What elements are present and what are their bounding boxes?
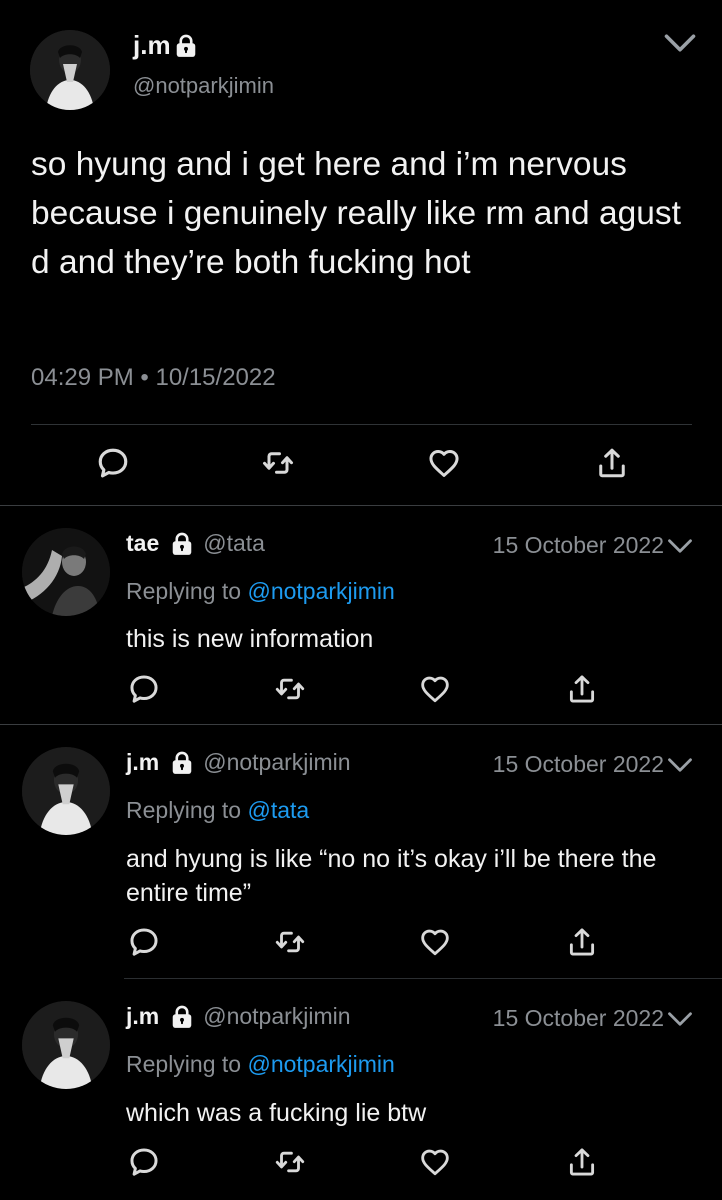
profile-photo-icon [22,747,110,835]
display-name[interactable]: j.m [126,749,159,776]
reply-header: j.m @notparkjimin [126,749,351,776]
display-name[interactable]: tae [126,530,159,557]
display-name[interactable]: j.m [133,30,197,61]
profile-photo-icon [22,528,110,616]
reply-tweet: tae @tata 15 October 2022 Replying to @n… [0,506,722,724]
tweet-text: which was a fucking lie btw [126,1099,427,1127]
retweet-button[interactable] [273,925,307,959]
reply-header: tae @tata [126,530,265,557]
avatar[interactable] [22,747,110,835]
chevron-down-icon[interactable] [666,535,694,557]
replying-to: Replying to @notparkjimin [126,578,395,605]
avatar[interactable] [22,528,110,616]
share-button[interactable] [565,925,599,959]
replying-to-label: Replying to [126,797,248,823]
replying-to: Replying to @notparkjimin [126,1051,395,1078]
retweet-button[interactable] [273,1145,307,1179]
share-button[interactable] [565,672,599,706]
action-bar [0,445,722,485]
tweet-text: so hyung and i get here and i’m nervous … [31,146,681,281]
chevron-down-icon[interactable] [666,1008,694,1030]
replying-to-link[interactable]: @notparkjimin [247,578,394,604]
profile-photo-icon [22,1001,110,1089]
lock-icon [175,34,197,58]
reply-button[interactable] [127,672,161,706]
reply-header: j.m @notparkjimin [126,1003,351,1030]
chevron-down-icon[interactable] [666,754,694,776]
retweet-button[interactable] [260,445,296,481]
reply-tweet: j.m @notparkjimin 15 October 2022 Replyi… [0,979,722,1200]
reply-tweet: j.m @notparkjimin 15 October 2022 Replyi… [0,725,722,978]
tweet-date[interactable]: 15 October 2022 [493,1005,664,1032]
reply-button[interactable] [127,925,161,959]
like-button[interactable] [418,672,452,706]
like-button[interactable] [418,1145,452,1179]
avatar[interactable] [30,30,110,110]
profile-photo-icon [30,30,110,110]
handle[interactable]: @notparkjimin [203,749,350,776]
replying-to-label: Replying to [126,578,248,604]
display-name[interactable]: j.m [126,1003,159,1030]
replying-to-link[interactable]: @notparkjimin [247,1051,394,1077]
handle[interactable]: @tata [203,530,265,557]
display-name-text: j.m [133,30,171,60]
reply-button[interactable] [127,1145,161,1179]
lock-icon [171,532,193,556]
main-tweet: j.m @notparkjimin so hyung and i get her… [0,0,722,505]
like-button[interactable] [426,445,462,481]
tweet-date[interactable]: 15 October 2022 [493,751,664,778]
chevron-down-icon[interactable] [662,28,698,58]
share-button[interactable] [565,1145,599,1179]
replying-to: Replying to @tata [126,797,309,824]
avatar[interactable] [22,1001,110,1089]
handle[interactable]: @notparkjimin [133,73,274,99]
lock-icon [171,751,193,775]
retweet-button[interactable] [273,672,307,706]
tweet-date[interactable]: 15 October 2022 [493,532,664,559]
handle[interactable]: @notparkjimin [203,1003,350,1030]
tweet-text: and hyung is like “no no it’s okay i’ll … [126,845,657,907]
tweet-text: this is new information [126,625,374,653]
reply-button[interactable] [95,445,131,481]
lock-icon [171,1005,193,1029]
like-button[interactable] [418,925,452,959]
replying-to-label: Replying to [126,1051,248,1077]
divider [31,424,692,425]
share-button[interactable] [594,445,630,481]
timestamp[interactable]: 04:29 PM • 10/15/2022 [31,364,276,392]
replying-to-link[interactable]: @tata [247,797,309,823]
